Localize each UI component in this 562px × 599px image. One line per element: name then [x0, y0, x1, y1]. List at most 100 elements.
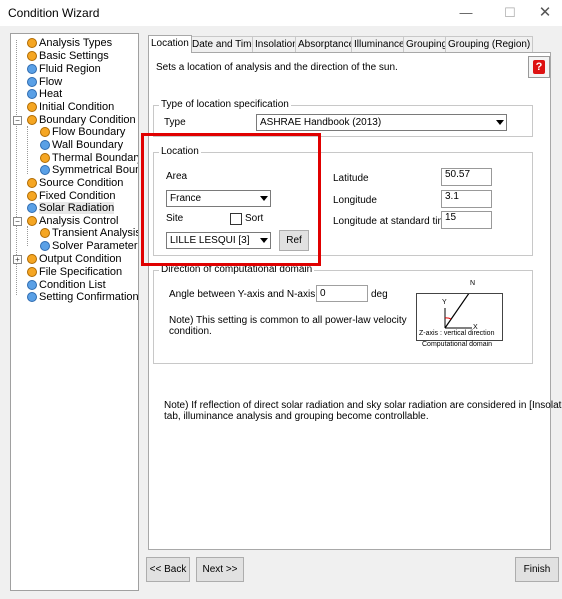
tree-guide-line — [27, 226, 28, 246]
help-button[interactable]: ? — [528, 56, 550, 78]
angle-input[interactable]: 0 — [316, 285, 368, 302]
orange-circle-icon — [27, 102, 37, 112]
type-group-title: Type of location specification — [159, 99, 291, 111]
tree-item-label: File Specification — [39, 266, 123, 278]
tree-item-initial-condition[interactable]: Initial Condition — [27, 101, 114, 113]
orange-circle-icon — [27, 38, 37, 48]
tree-item-label: Flow — [39, 76, 63, 88]
blue-circle-icon — [27, 203, 37, 213]
tree-item-label: Wall Boundary — [52, 139, 124, 151]
orange-circle-icon — [40, 228, 50, 238]
tab-location[interactable]: Location — [148, 35, 192, 53]
tree-item-wall-boundary[interactable]: Wall Boundary — [40, 139, 123, 151]
tab-strip: Location Date and Time Insolation Absorp… — [148, 35, 548, 53]
tab-absorptance[interactable]: Absorptance — [295, 36, 358, 52]
tree-item-solver-parameters[interactable]: Solver Parameters — [40, 240, 139, 252]
back-button[interactable]: << Back — [146, 557, 190, 582]
tree-item-label: Fluid Region — [39, 63, 101, 75]
tree-item-label: Transient Analysis — [52, 227, 139, 239]
tree-item-label: Source Condition — [39, 177, 124, 189]
tree-item-label: Analysis Types — [39, 37, 113, 49]
orange-circle-icon — [27, 267, 37, 277]
condition-tree[interactable]: Analysis Types Basic Settings Fluid Regi… — [10, 33, 139, 591]
help-icon: ? — [533, 60, 545, 74]
tree-item-analysis-control[interactable]: Analysis Control — [27, 215, 118, 227]
tree-item-flow-boundary[interactable]: Flow Boundary — [40, 126, 125, 138]
tab-description: Sets a location of analysis and the dire… — [156, 62, 398, 73]
maximize-button[interactable]: ☐ — [493, 0, 527, 26]
tree-item-label: Boundary Condition — [39, 114, 136, 126]
tree-item-fluid-region[interactable]: Fluid Region — [27, 63, 101, 75]
latitude-field: 50.57 — [441, 168, 492, 186]
tree-item-setting-confirmation[interactable]: Setting Confirmation — [27, 291, 139, 303]
angle-label: Angle between Y-axis and N-axis — [169, 289, 316, 300]
tree-item-label: Basic Settings — [39, 50, 109, 62]
orange-circle-icon — [27, 254, 37, 264]
finish-button[interactable]: Finish — [515, 557, 559, 582]
tree-item-label: Flow Boundary — [52, 126, 126, 138]
tree-item-transient-analysis[interactable]: Transient Analysis — [40, 227, 139, 239]
orange-circle-icon — [27, 178, 37, 188]
tree-item-label: Heat — [39, 88, 63, 100]
blue-circle-icon — [27, 292, 37, 302]
orange-circle-icon — [27, 216, 37, 226]
orange-circle-icon — [40, 153, 50, 163]
diagram-caption: Computational domain — [422, 341, 493, 348]
diagram-n-label: N — [470, 280, 476, 287]
tree-item-analysis-types[interactable]: Analysis Types — [27, 37, 112, 49]
longitude-label: Longitude — [333, 195, 377, 206]
close-button[interactable]: ✕ — [528, 0, 562, 26]
tree-item-label: Setting Confirmation — [39, 291, 139, 303]
tree-item-boundary-condition[interactable]: Boundary Condition — [27, 114, 136, 126]
tree-item-heat[interactable]: Heat — [27, 88, 62, 100]
blue-circle-icon — [40, 241, 50, 251]
tree-item-label: Solver Parameters — [52, 240, 139, 252]
expand-toggle[interactable]: + — [13, 255, 22, 264]
direction-note-line2: condition. — [169, 326, 212, 337]
tree-item-file-specification[interactable]: File Specification — [27, 266, 122, 278]
diagram-y-label: Y — [442, 299, 447, 306]
tree-item-label: Initial Condition — [39, 101, 115, 113]
blue-circle-icon — [40, 165, 50, 175]
next-button[interactable]: Next >> — [196, 557, 244, 582]
tab-illuminance[interactable]: Illuminance — [351, 36, 408, 52]
tree-item-label: Thermal Boundary — [52, 152, 139, 164]
blue-circle-icon — [27, 89, 37, 99]
minimize-button[interactable]: — — [449, 0, 483, 26]
title-bar: Condition Wizard — ☐ ✕ — [0, 0, 562, 26]
tree-item-label: Condition List — [39, 279, 106, 291]
collapse-toggle[interactable]: − — [13, 116, 22, 125]
tab-grouping[interactable]: Grouping — [403, 36, 451, 52]
tree-item-label: Fixed Condition — [39, 190, 116, 202]
latitude-value: 50.57 — [445, 169, 471, 180]
orange-circle-icon — [27, 191, 37, 201]
tree-item-fixed-condition[interactable]: Fixed Condition — [27, 190, 115, 202]
orange-circle-icon — [40, 127, 50, 137]
diagram-z-caption: Z-axis : vertical direction — [419, 330, 495, 337]
tree-item-output-condition[interactable]: Output Condition — [27, 253, 122, 265]
computational-domain-diagram: Y X Z-axis : vertical direction — [416, 285, 503, 341]
longitude-std-field: 15 — [441, 211, 492, 229]
tree-item-source-condition[interactable]: Source Condition — [27, 177, 123, 189]
tree-item-condition-list[interactable]: Condition List — [27, 279, 106, 291]
chevron-down-icon — [496, 120, 504, 125]
tree-item-solar-radiation[interactable]: Solar Radiation — [27, 202, 115, 214]
type-select-value: ASHRAE Handbook (2013) — [260, 117, 382, 128]
blue-circle-icon — [40, 140, 50, 150]
tree-item-label: Symmetrical Boundar — [52, 164, 138, 176]
tab-grouping-region[interactable]: Grouping (Region) — [445, 36, 534, 52]
longitude-std-label: Longitude at standard time — [333, 216, 452, 227]
collapse-toggle[interactable]: − — [13, 217, 22, 226]
tree-item-flow[interactable]: Flow — [27, 76, 62, 88]
tab-date-and-time[interactable]: Date and Time — [189, 36, 261, 52]
tree-item-basic-settings[interactable]: Basic Settings — [27, 50, 109, 62]
tree-item-thermal-boundary[interactable]: Thermal Boundary — [40, 152, 139, 164]
blue-circle-icon — [27, 280, 37, 290]
angle-unit: deg — [371, 289, 388, 300]
type-select[interactable]: ASHRAE Handbook (2013) — [256, 114, 507, 131]
tree-item-label: Output Condition — [39, 253, 122, 265]
tab-insolation[interactable]: Insolation — [252, 36, 301, 52]
tree-item-symmetrical-boundary[interactable]: Symmetrical Boundar — [40, 164, 138, 176]
blue-circle-icon — [27, 77, 37, 87]
angle-value: 0 — [320, 288, 326, 299]
